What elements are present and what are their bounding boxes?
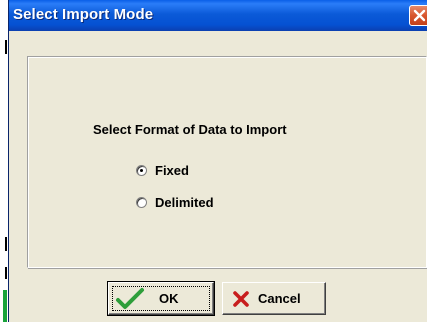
x-cross-icon (233, 290, 249, 307)
background-window-edge (0, 0, 8, 322)
ok-label: OK (159, 291, 179, 306)
radio-option-delimited[interactable]: Delimited (136, 195, 214, 210)
radio-option-fixed[interactable]: Fixed (136, 163, 189, 178)
close-button[interactable] (409, 5, 427, 26)
background-green-strip (3, 290, 7, 322)
radio-label-fixed: Fixed (155, 163, 189, 178)
ok-button[interactable]: OK (107, 281, 215, 316)
screen: Select Import Mode Select Format of Data… (0, 0, 427, 322)
format-prompt: Select Format of Data to Import (93, 122, 287, 137)
checkmark-icon (116, 287, 144, 309)
title-bar[interactable]: Select Import Mode (9, 0, 427, 31)
background-mark (5, 40, 7, 54)
radio-button-delimited[interactable] (136, 197, 147, 208)
background-mark (5, 267, 7, 279)
import-mode-dialog: Select Import Mode Select Format of Data… (8, 0, 427, 322)
radio-selected-dot (140, 169, 143, 172)
radio-label-delimited: Delimited (155, 195, 214, 210)
cancel-button[interactable]: Cancel (222, 282, 326, 315)
window-title: Select Import Mode (13, 6, 154, 23)
format-group-panel (27, 56, 427, 268)
cancel-label: Cancel (258, 291, 301, 306)
radio-button-fixed[interactable] (136, 165, 147, 176)
background-mark (5, 237, 7, 251)
close-icon (413, 9, 426, 22)
